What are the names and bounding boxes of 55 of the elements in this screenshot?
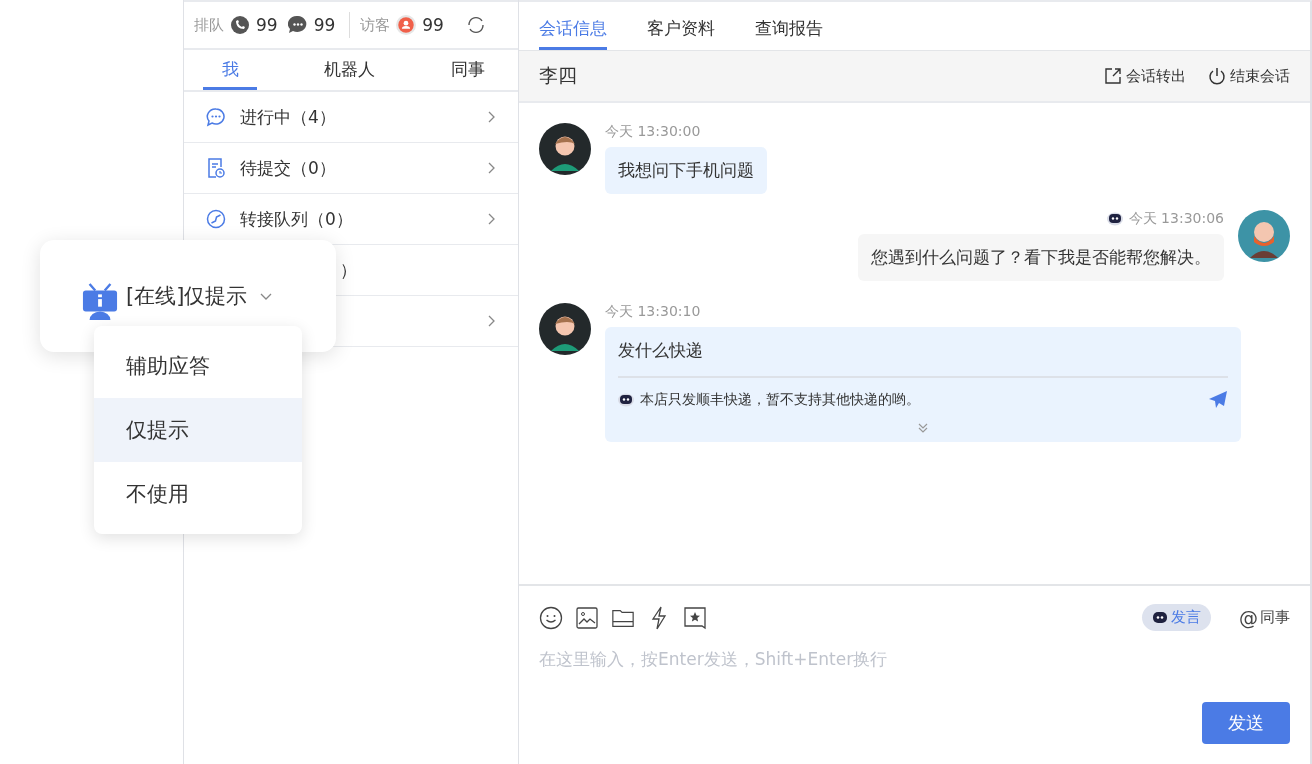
transfer-icon (206, 209, 226, 229)
send-icon[interactable] (1208, 390, 1228, 410)
chat-bubble-icon (287, 15, 308, 35)
message-text: 发什么快递 (618, 340, 703, 360)
menu-item[interactable]: 辅助应答 (94, 334, 302, 398)
message-time: 今天 13:30:10 (605, 303, 701, 321)
phone-count: 99 (256, 15, 278, 35)
chat-count: 99 (313, 15, 336, 35)
document-clock-icon (206, 158, 226, 178)
send-button[interactable]: 发送 (1202, 702, 1290, 744)
robot-icon (618, 393, 634, 407)
star-icon[interactable] (683, 605, 707, 630)
visitor-label: 访客 (360, 15, 391, 35)
customer-name: 李四 (539, 63, 577, 88)
chevron-right-icon[interactable] (486, 110, 496, 124)
menu-item[interactable]: 不使用 (94, 462, 302, 526)
caret-down-icon (259, 291, 274, 301)
customer-avatar (539, 303, 591, 355)
message-time: 今天 13:30:06 (1128, 210, 1224, 228)
session-label[interactable]: 待提交（0） (240, 156, 336, 180)
session-label[interactable]: 转接队列（0） (240, 207, 353, 231)
chevron-right-icon[interactable] (486, 212, 496, 226)
tab[interactable]: 同事 (441, 50, 495, 90)
robot-mode-dropdown[interactable]: [在线]仅提示 (126, 282, 274, 310)
tab[interactable]: 客户资料 (647, 9, 715, 50)
tab[interactable]: 机器人 (322, 50, 376, 90)
message-text: 您遇到什么问题了？看下我是否能帮您解决。 (871, 247, 1211, 267)
refresh-icon[interactable] (465, 15, 486, 35)
menu-item[interactable]: 仅提示 (94, 398, 302, 462)
header-action[interactable]: 会话转出 (1104, 66, 1186, 86)
chevron-right-icon[interactable] (486, 314, 496, 328)
suggested-reply: 本店只发顺丰快递，暂不支持其他快递的哟。 (640, 391, 920, 409)
share-out-icon (1104, 67, 1122, 85)
mention-button[interactable]: @同事 (1239, 606, 1290, 629)
expand-icon[interactable] (917, 422, 929, 434)
session-label[interactable]: 进行中（4） (240, 105, 336, 129)
image-icon[interactable] (575, 605, 599, 630)
message-text: 我想问下手机问题 (618, 160, 754, 180)
chevron-right-icon[interactable] (486, 161, 496, 175)
phone-icon (230, 15, 250, 35)
chat-bubble-icon (206, 107, 226, 127)
agent-avatar (1238, 210, 1290, 262)
customer-avatar (539, 123, 591, 175)
session-label[interactable]: ） (340, 258, 357, 282)
message-time: 今天 13:30:00 (605, 123, 701, 141)
emoji-icon[interactable] (539, 605, 563, 630)
robot-icon (82, 281, 118, 321)
power-icon (1208, 67, 1226, 85)
header-action[interactable]: 结束会话 (1208, 66, 1290, 86)
visitor-count: 99 (422, 15, 444, 35)
tab[interactable]: 查询报告 (755, 9, 823, 50)
visitor-icon (396, 15, 417, 35)
queue-label: 排队 (194, 15, 224, 35)
tab[interactable]: 我 (203, 50, 257, 90)
robot-icon (1152, 610, 1168, 625)
